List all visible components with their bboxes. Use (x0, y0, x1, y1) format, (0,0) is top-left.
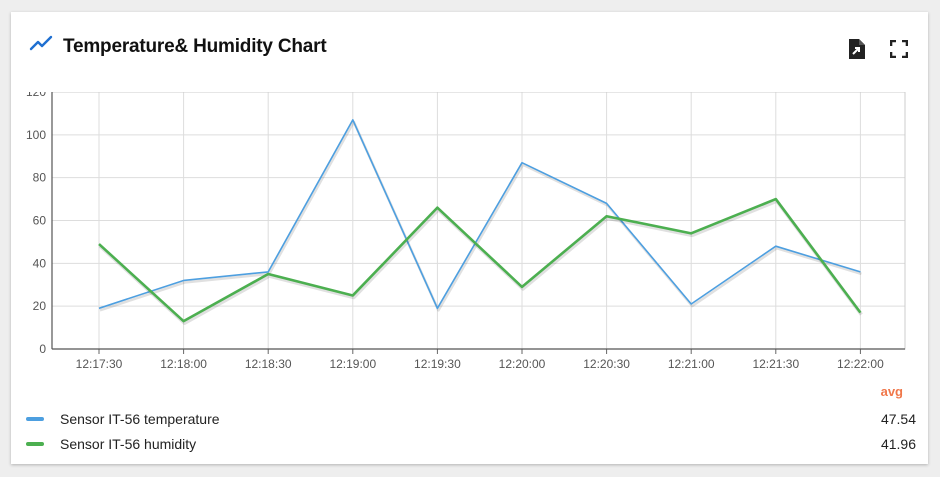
legend-series-name: Sensor IT-56 temperature (60, 410, 220, 427)
chart-legend: Sensor IT-56 temperature 47.54 Sensor IT… (23, 406, 916, 456)
file-export-icon[interactable] (846, 38, 868, 60)
widget-actions (846, 38, 910, 60)
legend-item-temperature[interactable]: Sensor IT-56 temperature 47.54 (23, 406, 916, 431)
y-tick-label: 80 (33, 171, 47, 185)
chart-widget-card: Temperature& Humidity Chart 0 20 40 60 80 100… (11, 12, 928, 464)
legend-avg-header: avg (880, 384, 903, 399)
widget-header: Temperature& Humidity Chart (29, 32, 327, 61)
y-tick-label: 0 (39, 342, 46, 356)
x-tick-label: 12:19:00 (329, 357, 376, 371)
legend-swatch-humidity (26, 441, 44, 446)
x-tick-label: 12:21:30 (752, 357, 799, 371)
line-chart: 0 20 40 60 80 100 120 12:17:30 12:18:00 12:18:30 1… (26, 92, 906, 371)
x-tick-label: 12:19:30 (414, 357, 461, 371)
x-tick-label: 12:21:00 (668, 357, 715, 371)
widget-title: Temperature& Humidity Chart (63, 35, 327, 57)
series-line-humidity (98, 197, 862, 323)
x-tick-label: 12:22:00 (837, 357, 884, 371)
legend-item-humidity[interactable]: Sensor IT-56 humidity 41.96 (23, 431, 916, 456)
x-tick-label: 12:18:30 (245, 357, 292, 371)
x-tick-label: 12:20:30 (583, 357, 630, 371)
series-shadow (99, 120, 862, 312)
y-tick-label: 40 (33, 256, 47, 270)
legend-series-avg: 47.54 (880, 410, 916, 427)
x-tick-label: 12:17:30 (76, 357, 123, 371)
y-tick-label: 100 (26, 128, 46, 142)
legend-swatch-temperature (26, 416, 44, 421)
y-tick-label: 60 (33, 214, 47, 228)
y-tick-label: 20 (33, 299, 47, 313)
trending-up-icon (29, 32, 53, 61)
legend-series-name: Sensor IT-56 humidity (60, 435, 197, 452)
x-tick-label: 12:20:00 (499, 357, 546, 371)
x-tick-label: 12:18:00 (160, 357, 207, 371)
y-tick-label: 120 (26, 92, 46, 99)
legend-series-avg: 41.96 (880, 435, 916, 452)
fullscreen-icon[interactable] (888, 38, 910, 60)
